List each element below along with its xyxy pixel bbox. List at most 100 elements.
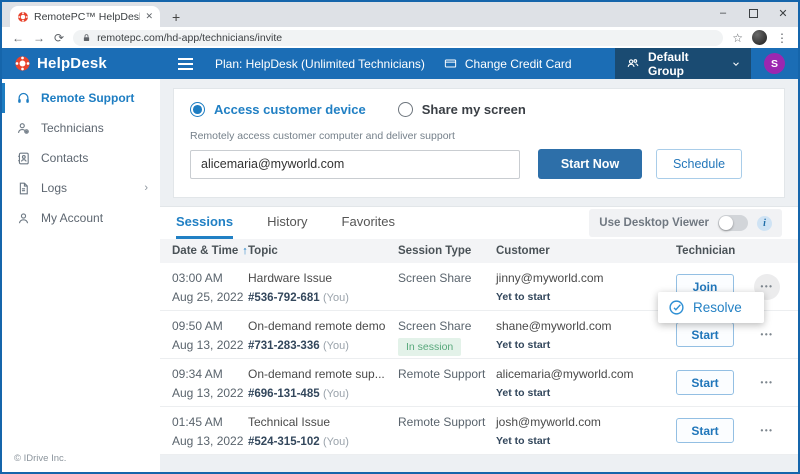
table-row: 01:45 AMAug 13, 2022 Technical Issue#524… — [160, 407, 798, 455]
browser-profile-avatar[interactable] — [752, 30, 767, 45]
row-context-menu: Resolve — [658, 292, 764, 323]
sessions-panel: Sessions History Favorites Use Desktop V… — [160, 206, 798, 454]
session-time: 09:34 AM — [172, 367, 248, 381]
person-icon — [16, 211, 31, 226]
chevron-right-icon: › — [144, 182, 148, 194]
column-customer: Customer — [496, 245, 676, 257]
session-time: 09:50 AM — [172, 319, 248, 333]
row-more-menu[interactable]: ••• — [754, 418, 780, 444]
plan-label: Plan: HelpDesk (Unlimited Technicians) — [215, 57, 425, 71]
forward-icon[interactable]: → — [33, 32, 45, 44]
copyright-text: © IDrive Inc. — [14, 453, 66, 464]
schedule-button[interactable]: Schedule — [656, 149, 742, 179]
desktop-viewer-control: Use Desktop Viewer i — [589, 209, 782, 237]
change-credit-card-label: Change Credit Card — [465, 57, 572, 71]
session-owner: (You) — [323, 436, 349, 448]
technician-icon — [16, 121, 31, 136]
session-owner: (You) — [323, 388, 349, 400]
more-icon[interactable]: ••• — [761, 424, 774, 438]
resolve-menu-item[interactable]: Resolve — [693, 300, 742, 315]
credit-card-icon — [443, 57, 458, 70]
reload-icon[interactable]: ⟳ — [54, 32, 64, 44]
contacts-icon — [16, 151, 31, 166]
row-more-menu[interactable]: ••• — [754, 370, 780, 396]
main-content: Access customer device Share my screen R… — [160, 79, 798, 472]
logs-icon — [16, 181, 31, 196]
browser-menu-icon[interactable]: ⋮ — [776, 32, 788, 44]
tab-sessions[interactable]: Sessions — [176, 207, 233, 239]
start-button[interactable]: Start — [676, 322, 734, 347]
session-type: Remote Support — [398, 367, 496, 381]
sidebar-item-contacts[interactable]: Contacts — [2, 143, 160, 173]
browser-tab[interactable]: RemotePC™ HelpDesk - Remote ✕ — [10, 6, 160, 27]
hamburger-menu-icon[interactable] — [178, 58, 193, 70]
session-date: Aug 25, 2022 — [172, 290, 248, 304]
sidebar-item-my-account[interactable]: My Account — [2, 203, 160, 233]
column-topic: Topic — [248, 245, 398, 257]
sidebar-item-logs[interactable]: Logs › — [2, 173, 160, 203]
radio-unselected-icon[interactable] — [398, 102, 413, 117]
headset-icon — [16, 91, 31, 106]
group-selector[interactable]: Default Group — [615, 48, 751, 79]
session-id: #524-315-102 — [248, 436, 320, 448]
customer-email-input[interactable] — [190, 150, 520, 179]
customer-status: Yet to start — [496, 290, 676, 304]
session-id: #696-131-485 — [248, 388, 320, 400]
back-icon[interactable]: ← — [12, 32, 24, 44]
session-topic: Technical Issue — [248, 415, 398, 429]
start-button[interactable]: Start — [676, 418, 734, 443]
change-credit-card-button[interactable]: Change Credit Card — [443, 57, 572, 71]
sidebar-item-label: Technicians — [41, 121, 104, 135]
info-icon[interactable]: i — [757, 216, 772, 231]
customer-status: Yet to start — [496, 434, 676, 448]
desktop-viewer-label: Use Desktop Viewer — [599, 217, 709, 229]
tab-favorites[interactable]: Favorites — [342, 207, 395, 239]
row-more-menu[interactable]: ••• — [754, 322, 780, 348]
more-icon[interactable]: ••• — [761, 328, 774, 342]
sort-ascending-icon[interactable]: ↑ — [242, 245, 248, 257]
customer-email: shane@myworld.com — [496, 319, 676, 333]
sidebar-item-technicians[interactable]: Technicians — [2, 113, 160, 143]
app-header: HelpDesk Plan: HelpDesk (Unlimited Techn… — [2, 48, 798, 79]
more-icon[interactable]: ••• — [761, 376, 774, 390]
sidebar-item-label: Remote Support — [41, 91, 134, 105]
group-icon — [625, 56, 641, 71]
new-tab-button[interactable]: + — [172, 10, 180, 24]
window-close-button[interactable]: ✕ — [768, 2, 798, 24]
lifebuoy-logo-icon — [14, 55, 31, 72]
customer-status: Yet to start — [496, 338, 676, 352]
table-header: Date & Time ↑ Topic Session Type Custome… — [160, 239, 798, 263]
radio-access-customer-device[interactable]: Access customer device — [190, 102, 366, 117]
site-favicon-icon — [17, 11, 29, 23]
window-minimize-button[interactable]: – — [708, 2, 738, 24]
sidebar-item-label: Contacts — [41, 151, 88, 165]
radio-selected-icon[interactable] — [190, 102, 205, 117]
session-owner: (You) — [323, 340, 349, 352]
lock-icon — [82, 33, 91, 43]
tab-history[interactable]: History — [267, 207, 307, 239]
bookmark-star-icon[interactable]: ☆ — [732, 32, 743, 44]
start-button[interactable]: Start — [676, 370, 734, 395]
customer-status: Yet to start — [496, 386, 676, 400]
desktop-viewer-toggle[interactable] — [718, 215, 748, 231]
customer-email: alicemaria@myworld.com — [496, 367, 676, 381]
user-avatar[interactable]: S — [764, 53, 785, 74]
start-session-panel: Access customer device Share my screen R… — [173, 88, 785, 198]
tab-close-icon[interactable]: ✕ — [145, 11, 153, 22]
sidebar-item-label: Logs — [41, 181, 67, 195]
customer-email: jinny@myworld.com — [496, 271, 676, 285]
panel-description: Remotely access customer computer and de… — [190, 130, 768, 142]
radio-share-my-screen[interactable]: Share my screen — [398, 102, 526, 117]
session-owner: (You) — [323, 292, 349, 304]
customer-email: josh@myworld.com — [496, 415, 676, 429]
address-bar[interactable]: remotepc.com/hd-app/technicians/invite — [73, 30, 723, 46]
start-now-button[interactable]: Start Now — [538, 149, 642, 179]
logo-text: HelpDesk — [37, 55, 107, 72]
column-technician: Technician — [676, 245, 798, 257]
column-date-time[interactable]: Date & Time ↑ — [172, 245, 248, 257]
sidebar-item-remote-support[interactable]: Remote Support — [2, 83, 160, 113]
session-topic: On-demand remote sup... — [248, 367, 398, 381]
session-date: Aug 13, 2022 — [172, 386, 248, 400]
session-time: 03:00 AM — [172, 271, 248, 285]
window-maximize-button[interactable] — [738, 2, 768, 24]
